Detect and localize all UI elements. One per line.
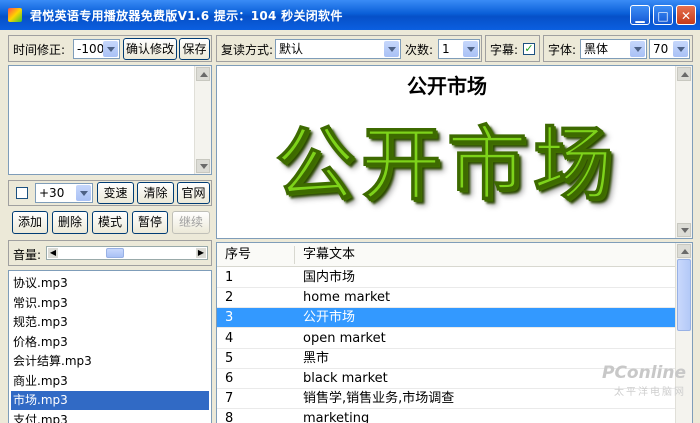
time-correction-label: 时间修正: (13, 43, 66, 57)
mode-button[interactable]: 模式 (92, 211, 128, 234)
playlist[interactable]: 协议.mp3 常识.mp3 规范.mp3 价格.mp3 会计结算.mp3 商业.mp3 市场… (8, 270, 212, 423)
row-text: marketing (303, 411, 370, 423)
column-header-text[interactable]: 字幕文本 (303, 243, 355, 267)
row-index: 6 (225, 371, 234, 386)
scroll-down-icon[interactable] (196, 159, 210, 173)
volume-label: 音量: (13, 248, 42, 262)
subtitle-toggle-group: 字幕: ✓ (485, 35, 540, 62)
minimize-button[interactable]: ▁ (630, 5, 650, 25)
repeat-count-value: 1 (442, 42, 450, 56)
resume-button[interactable]: 继续 (172, 211, 210, 234)
table-header: 序号 字幕文本 (217, 243, 676, 267)
table-row[interactable]: 1 国内市场 (217, 268, 676, 288)
subtitle-big-text: 公开市场 (275, 118, 619, 211)
subtitle-display: 公开市场 公开市场 (216, 65, 693, 239)
row-text: open market (303, 330, 386, 346)
repeat-mode-value: 默认 (279, 42, 304, 56)
playlist-item[interactable]: 支付.mp3 (11, 411, 209, 423)
row-index: 8 (225, 411, 234, 423)
confirm-edit-button[interactable]: 确认修改 (123, 38, 177, 60)
row-index: 1 (225, 270, 234, 285)
table-scroll-thumb[interactable] (677, 259, 691, 331)
playlist-item[interactable]: 会计结算.mp3 (11, 352, 209, 371)
playlist-item[interactable]: 协议.mp3 (11, 274, 209, 293)
font-size-value: 70 (653, 42, 669, 56)
table-row[interactable]: 3 公开市场 (217, 308, 676, 329)
volume-right-arrow-icon[interactable]: ▶ (196, 248, 206, 258)
row-index: 7 (225, 391, 234, 407)
speed-checkbox[interactable] (16, 187, 28, 199)
table-row[interactable]: 4 open market (217, 329, 676, 349)
table-row[interactable]: 2 home market (217, 288, 676, 309)
title-bar[interactable]: 君悦英语专用播放器免费版V1.6 提示：104 秒关闭软件 ▁ □ ✕ (0, 0, 700, 30)
scroll-up-icon[interactable] (196, 67, 210, 81)
playlist-item[interactable]: 常识.mp3 (11, 294, 209, 313)
chevron-down-icon (384, 41, 399, 57)
font-family-value: 黑体 (584, 42, 609, 56)
font-size-select[interactable]: 70 (649, 39, 690, 59)
subtitle-label: 字幕: (490, 43, 519, 57)
lyric-list-scrollbar[interactable] (194, 66, 211, 174)
repeat-mode-select[interactable]: 默认 (275, 39, 401, 59)
font-group: 字体: 黑体 70 (543, 35, 693, 62)
row-text: 公开市场 (303, 310, 356, 326)
lyric-list-box[interactable] (8, 65, 212, 175)
speed-group: +30 变速 清除 官网 (8, 180, 212, 206)
maximize-button[interactable]: □ (653, 5, 673, 25)
volume-thumb[interactable] (106, 248, 124, 258)
chevron-down-icon (103, 41, 118, 57)
pconline-watermark-sub: 太平洋电脑网 (614, 387, 686, 398)
pconline-watermark: PConline (601, 363, 686, 383)
pause-button[interactable]: 暂停 (132, 211, 168, 234)
row-text: black market (303, 371, 388, 386)
playlist-item[interactable]: 市场.mp3 (11, 391, 209, 410)
scroll-up-icon[interactable] (677, 244, 691, 258)
app-icon (8, 8, 22, 22)
row-text: 国内市场 (303, 270, 356, 285)
chevron-down-icon (76, 185, 91, 201)
row-text: 销售学,销售业务,市场调查 (303, 391, 455, 407)
repeat-mode-label: 复读方式: (221, 43, 274, 57)
row-text: 黑市 (303, 350, 330, 366)
time-correction-group: 时间修正: -100 确认修改 保存 (8, 35, 212, 62)
repeat-count-select[interactable]: 1 (438, 39, 480, 59)
row-text: home market (303, 290, 391, 306)
scroll-down-icon[interactable] (677, 223, 691, 237)
website-button[interactable]: 官网 (177, 182, 210, 204)
speed-value: +30 (39, 186, 65, 200)
row-index: 4 (225, 330, 234, 346)
scroll-up-icon[interactable] (677, 67, 691, 81)
playlist-item[interactable]: 规范.mp3 (11, 313, 209, 332)
font-label: 字体: (548, 43, 577, 57)
chevron-down-icon (463, 41, 478, 57)
table-row[interactable]: 7 销售学,销售业务,市场调查 (217, 389, 676, 410)
subtitle-checkbox[interactable]: ✓ (523, 43, 535, 55)
display-scrollbar[interactable] (675, 66, 692, 238)
column-header-index[interactable]: 序号 (225, 243, 251, 267)
add-button[interactable]: 添加 (12, 211, 48, 234)
chevron-down-icon (630, 41, 645, 57)
volume-slider[interactable]: ◀ ▶ (46, 246, 208, 260)
chevron-down-icon (673, 41, 688, 57)
time-correction-value: -100 (77, 42, 105, 56)
repeat-count-label: 次数: (405, 43, 434, 57)
table-row[interactable]: 8 marketing (217, 409, 676, 423)
speed-select[interactable]: +30 (35, 183, 93, 203)
repeat-mode-group: 复读方式: 默认 次数: 1 (216, 35, 482, 62)
row-index: 5 (225, 350, 234, 366)
time-correction-select[interactable]: -100 (73, 39, 120, 59)
save-button[interactable]: 保存 (179, 38, 210, 60)
row-index: 3 (225, 310, 234, 326)
speed-button[interactable]: 变速 (97, 182, 134, 204)
close-button[interactable]: ✕ (676, 5, 696, 25)
playlist-item[interactable]: 价格.mp3 (11, 333, 209, 352)
row-index: 2 (225, 290, 234, 306)
window-title: 君悦英语专用播放器免费版V1.6 提示：104 秒关闭软件 (30, 9, 343, 23)
clear-button[interactable]: 清除 (137, 182, 174, 204)
volume-left-arrow-icon[interactable]: ◀ (48, 248, 58, 258)
delete-button[interactable]: 删除 (52, 211, 88, 234)
playlist-item[interactable]: 商业.mp3 (11, 372, 209, 391)
subtitle-small-text: 公开市场 (407, 74, 487, 98)
font-family-select[interactable]: 黑体 (580, 39, 647, 59)
